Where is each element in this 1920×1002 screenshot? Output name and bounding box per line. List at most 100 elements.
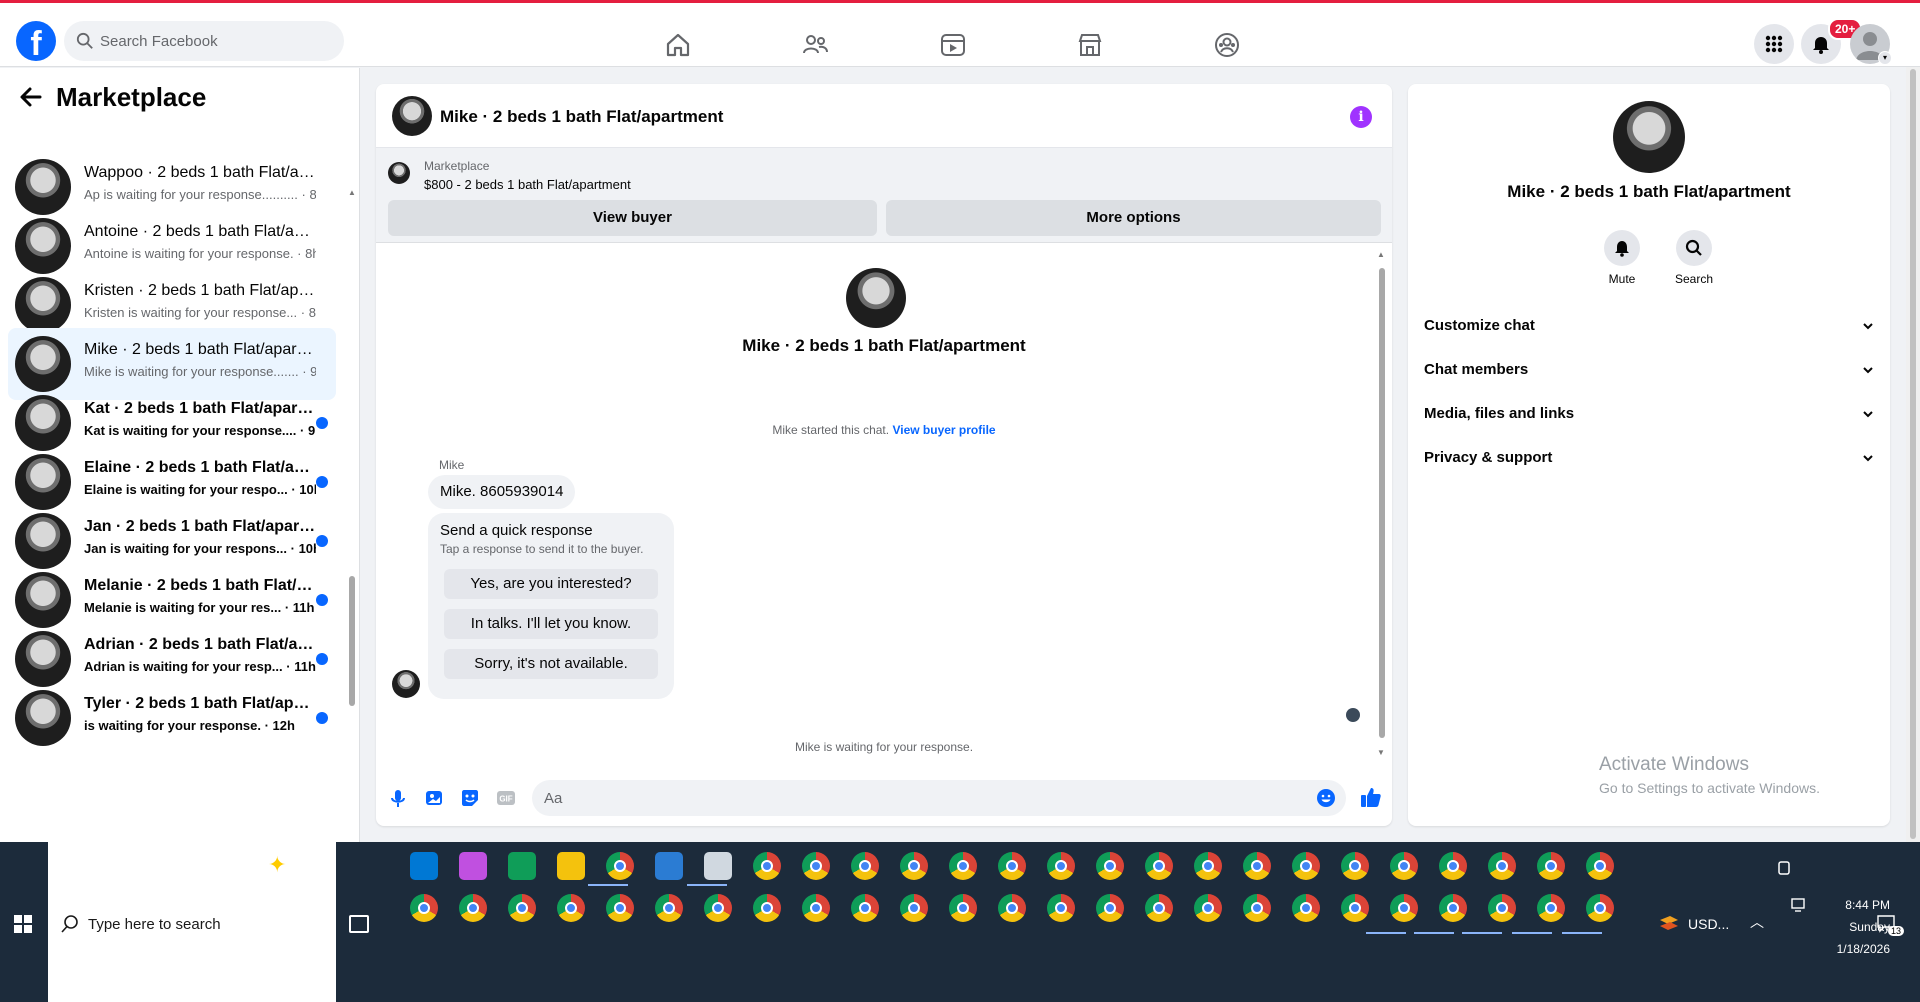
chrome-icon[interactable] — [1292, 894, 1320, 922]
currency-widget-icon[interactable] — [1658, 914, 1680, 934]
chrome-icon[interactable] — [1047, 894, 1075, 922]
device-icon[interactable] — [1776, 860, 1792, 876]
chrome-icon[interactable] — [900, 894, 928, 922]
chrome-icon[interactable] — [802, 852, 830, 880]
chat-members-row[interactable]: Chat members — [1424, 350, 1874, 390]
task-view-icon[interactable] — [349, 915, 369, 933]
chrome-icon[interactable] — [1390, 894, 1418, 922]
gif-icon[interactable]: GIF — [496, 788, 516, 808]
chrome-icon[interactable] — [1439, 852, 1467, 880]
back-arrow-icon[interactable] — [18, 84, 44, 110]
listing-thumbnail[interactable] — [1613, 101, 1685, 173]
taskbar-search-box[interactable]: Type here to search ✦ — [48, 842, 336, 1002]
chrome-icon[interactable] — [1145, 852, 1173, 880]
chrome-icon[interactable] — [606, 894, 634, 922]
sticker-icon[interactable] — [460, 788, 480, 808]
view-buyer-button[interactable]: View buyer — [388, 200, 877, 236]
photo-icon[interactable] — [424, 788, 444, 808]
info-icon[interactable]: i — [1350, 106, 1372, 128]
friends-icon[interactable] — [801, 31, 829, 59]
chrome-icon[interactable] — [1292, 852, 1320, 880]
running-app-indicator — [588, 884, 628, 886]
quick-response-button[interactable]: Sorry, it's not available. — [444, 649, 658, 679]
taskbar-app-icon[interactable] — [655, 852, 683, 880]
chrome-icon[interactable] — [802, 894, 830, 922]
scroll-up-icon[interactable]: ▲ — [1377, 250, 1385, 259]
search-chat-button[interactable]: Search — [1664, 230, 1724, 286]
chrome-icon[interactable] — [998, 852, 1026, 880]
chrome-icon[interactable] — [900, 852, 928, 880]
chrome-icon[interactable] — [1586, 894, 1614, 922]
chrome-icon[interactable] — [949, 894, 977, 922]
conversation-item[interactable]: Tyler · 2 beds 1 bath Flat/apartment is w… — [8, 682, 336, 754]
chat-title[interactable]: Mike · 2 beds 1 bath Flat/apartment — [440, 107, 723, 127]
chrome-icon[interactable] — [1488, 894, 1516, 922]
chevron-down-icon[interactable]: ▾ — [1878, 51, 1892, 65]
emoji-icon[interactable] — [1316, 788, 1336, 808]
chrome-icon[interactable] — [704, 894, 732, 922]
groups-icon[interactable] — [1213, 31, 1241, 59]
chrome-icon[interactable] — [1194, 894, 1222, 922]
chrome-icon[interactable] — [557, 894, 585, 922]
taskbar-app-icon[interactable] — [704, 852, 732, 880]
chrome-icon[interactable] — [753, 894, 781, 922]
chrome-icon[interactable] — [606, 852, 634, 880]
video-icon[interactable] — [939, 31, 967, 59]
chrome-icon[interactable] — [1047, 852, 1075, 880]
chrome-icon[interactable] — [998, 894, 1026, 922]
chrome-icon[interactable] — [1341, 852, 1369, 880]
chrome-icon[interactable] — [851, 852, 879, 880]
listing-thumbnail[interactable] — [392, 96, 432, 136]
quick-response-button[interactable]: Yes, are you interested? — [444, 569, 658, 599]
menu-grid-button[interactable] — [1754, 24, 1794, 64]
chrome-icon[interactable] — [1194, 852, 1222, 880]
customize-chat-row[interactable]: Customize chat — [1424, 306, 1874, 346]
chrome-icon[interactable] — [1537, 894, 1565, 922]
chrome-icon[interactable] — [1096, 894, 1124, 922]
microphone-icon[interactable] — [388, 788, 408, 808]
quick-response-button[interactable]: In talks. I'll let you know. — [444, 609, 658, 639]
taskbar-app-icon[interactable] — [410, 852, 438, 880]
chrome-icon[interactable] — [1390, 852, 1418, 880]
chrome-icon[interactable] — [1243, 894, 1271, 922]
currency-widget-label[interactable]: USD... — [1688, 916, 1729, 932]
taskbar-app-icon[interactable] — [508, 852, 536, 880]
marketplace-icon[interactable] — [1076, 31, 1104, 59]
search-facebook-input[interactable]: Search Facebook — [64, 21, 344, 61]
chrome-icon[interactable] — [655, 894, 683, 922]
chrome-icon[interactable] — [508, 894, 536, 922]
home-icon[interactable] — [664, 31, 692, 59]
taskbar-app-icon[interactable] — [557, 852, 585, 880]
chrome-icon[interactable] — [1243, 852, 1271, 880]
chrome-icon[interactable] — [851, 894, 879, 922]
chrome-icon[interactable] — [753, 852, 781, 880]
chrome-icon[interactable] — [1096, 852, 1124, 880]
chrome-icon[interactable] — [949, 852, 977, 880]
chrome-icon[interactable] — [1586, 852, 1614, 880]
message-input[interactable] — [532, 780, 1346, 816]
chrome-icon[interactable] — [1145, 894, 1173, 922]
chrome-icon[interactable] — [1439, 894, 1467, 922]
sidebar-scrollbar[interactable]: ▲ ▼ — [346, 124, 358, 842]
thumbs-up-icon[interactable] — [1360, 786, 1382, 808]
scroll-down-icon[interactable]: ▼ — [1377, 748, 1385, 757]
chrome-icon[interactable] — [459, 894, 487, 922]
chrome-icon[interactable] — [1341, 894, 1369, 922]
scroll-up-icon[interactable]: ▲ — [348, 188, 356, 197]
sender-avatar[interactable] — [392, 670, 420, 698]
chrome-icon[interactable] — [410, 894, 438, 922]
chrome-icon[interactable] — [1488, 852, 1516, 880]
facebook-logo[interactable]: f — [16, 21, 56, 63]
chat-scrollbar[interactable]: ▲ ▼ — [1376, 250, 1388, 760]
privacy-support-row[interactable]: Privacy & support — [1424, 438, 1874, 478]
more-options-button[interactable]: More options — [886, 200, 1381, 236]
start-button[interactable] — [0, 842, 48, 1002]
chrome-icon[interactable] — [1537, 852, 1565, 880]
media-files-links-row[interactable]: Media, files and links — [1424, 394, 1874, 434]
page-scrollbar[interactable] — [1906, 67, 1920, 842]
view-buyer-profile-link[interactable]: View buyer profile — [892, 423, 995, 437]
listing-price[interactable]: $800 - 2 beds 1 bath Flat/apartment — [424, 177, 631, 192]
taskbar-app-icon[interactable] — [459, 852, 487, 880]
mute-button[interactable]: Mute — [1592, 230, 1652, 286]
chevron-up-icon[interactable]: ︿ — [1750, 912, 1764, 932]
